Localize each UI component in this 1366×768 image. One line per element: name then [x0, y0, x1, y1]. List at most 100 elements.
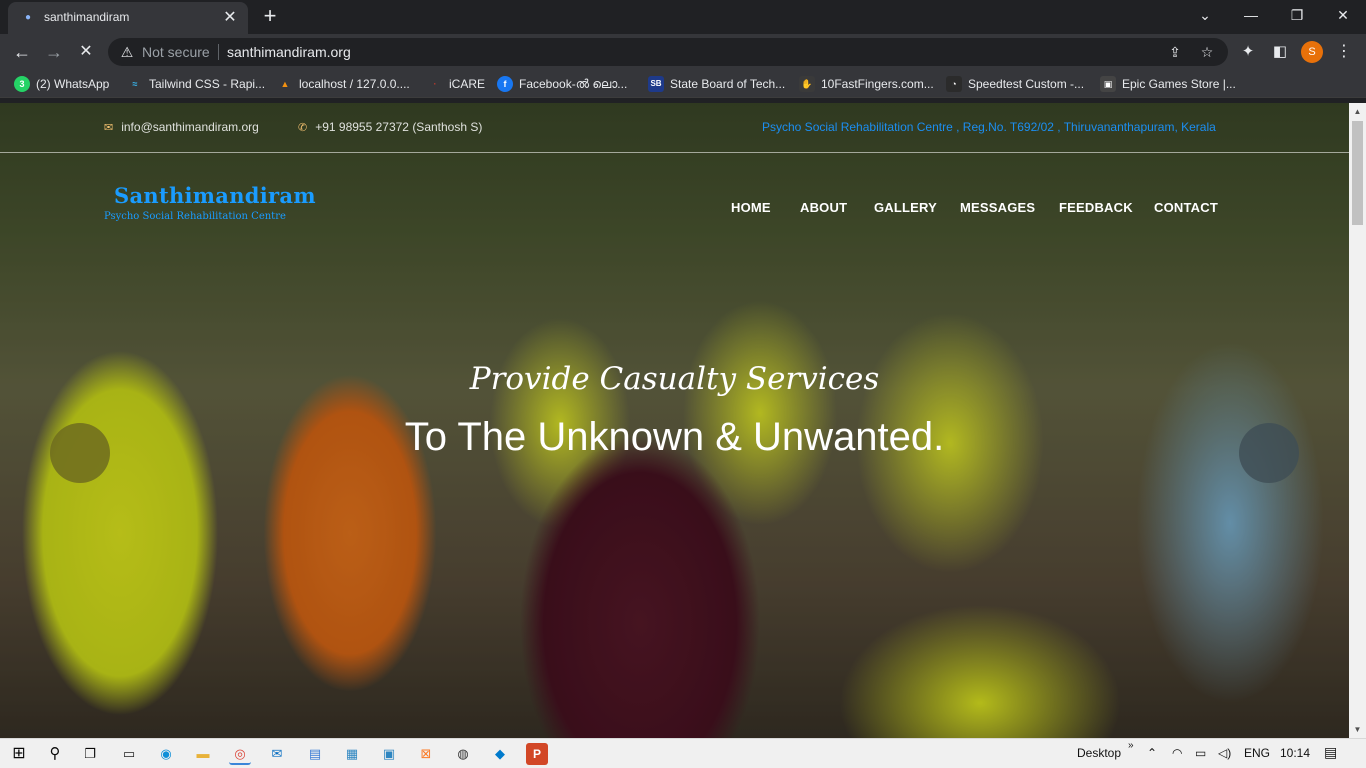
- bookmark-tailwind[interactable]: ≈ Tailwind CSS - Rapi...: [127, 74, 266, 94]
- close-window-icon[interactable]: ✕: [1320, 0, 1366, 30]
- bookmark-speedtest[interactable]: ◔ Speedtest Custom -...: [946, 74, 1084, 94]
- bookmark-sbte[interactable]: SB State Board of Tech...: [648, 74, 785, 94]
- email-contact[interactable]: ✉ info@santhimandiram.org: [104, 120, 259, 134]
- bookmarks-bar: 3 (2) WhatsApp ≈ Tailwind CSS - Rapi... …: [0, 70, 1366, 98]
- notifications-icon[interactable]: ▤: [1324, 744, 1337, 761]
- photos-icon[interactable]: ▦: [341, 743, 363, 765]
- obs-icon[interactable]: ◍: [452, 743, 474, 765]
- xampp-icon[interactable]: ⊠: [415, 743, 437, 765]
- speedtest-icon: ◔: [946, 76, 962, 92]
- remote-desktop-icon[interactable]: ▣: [378, 743, 400, 765]
- language-indicator[interactable]: ENG: [1244, 746, 1270, 760]
- bookmark-label: localhost / 127.0.0....: [299, 77, 410, 91]
- bookmark-icare[interactable]: · iCARE: [427, 74, 486, 94]
- nav-messages[interactable]: MESSAGES: [960, 200, 1035, 215]
- forward-icon[interactable]: →: [42, 40, 66, 64]
- bookmark-10fastfingers[interactable]: ✋ 10FastFingers.com...: [799, 74, 934, 94]
- omnibox-separator: [218, 44, 219, 60]
- registration-info: Psycho Social Rehabilitation Centre , Re…: [762, 120, 1216, 134]
- sbte-icon: SB: [648, 76, 664, 92]
- phone-text[interactable]: +91 98955 27372 (Santhosh S): [315, 120, 482, 134]
- back-icon[interactable]: ←: [10, 40, 34, 64]
- extensions-icon[interactable]: ✦: [1236, 40, 1260, 64]
- nav-feedback[interactable]: FEEDBACK: [1059, 200, 1133, 215]
- windows-start-icon[interactable]: ⊞: [8, 743, 30, 765]
- email-text[interactable]: info@santhimandiram.org: [121, 120, 259, 134]
- mail-icon[interactable]: ✉: [266, 743, 288, 765]
- chrome-icon[interactable]: ◎: [229, 743, 251, 765]
- side-panel-icon[interactable]: ◧: [1268, 40, 1292, 64]
- nav-gallery[interactable]: GALLERY: [874, 200, 937, 215]
- whatsapp-icon: 3: [14, 76, 30, 92]
- desktop-toolbar-label[interactable]: Desktop: [1077, 746, 1121, 760]
- show-hidden-icons-icon[interactable]: ⌃: [1147, 746, 1157, 760]
- notepad-icon[interactable]: ▤: [304, 743, 326, 765]
- browser-tab[interactable]: ● santhimandiram ✕: [8, 2, 248, 34]
- scroll-down-arrow-icon[interactable]: ▼: [1349, 721, 1366, 738]
- nav-home[interactable]: HOME: [731, 200, 771, 215]
- share-icon[interactable]: ⇪: [1166, 43, 1184, 61]
- profile-avatar[interactable]: S: [1301, 41, 1323, 63]
- menu-icon[interactable]: ⋮: [1332, 40, 1356, 64]
- hero-heading-line1: Provide Casualty Services: [469, 361, 880, 397]
- tab-search-icon[interactable]: ⌄: [1182, 0, 1228, 30]
- toolbar-overflow-icon[interactable]: »: [1128, 740, 1134, 751]
- carousel-next-button[interactable]: [1239, 423, 1299, 483]
- search-icon[interactable]: ⚲: [44, 743, 66, 765]
- 10fastfingers-icon: ✋: [799, 76, 815, 92]
- file-explorer-icon[interactable]: ▬: [192, 743, 214, 765]
- tab-bar: ● santhimandiram ✕ + ⌄ — ❐ ✕: [0, 0, 1366, 34]
- registration-text: Psycho Social Rehabilitation Centre , Re…: [762, 120, 1216, 134]
- windows-taskbar: ⊞ ⚲ ❐ ▭ ◉ ▬ ◎ ✉ ▤ ▦ ▣ ⊠ ◍ ◆ P Desktop » …: [0, 738, 1366, 768]
- new-tab-button[interactable]: +: [258, 5, 282, 29]
- top-info-bar: ✉ info@santhimandiram.org ✆ +91 98955 27…: [0, 103, 1349, 153]
- address-bar[interactable]: ⚠ Not secure santhimandiram.org ⇪ ☆: [108, 38, 1228, 66]
- bookmark-label: (2) WhatsApp: [36, 77, 110, 91]
- bookmark-label: Facebook-ൽ ലൊ...: [519, 76, 628, 91]
- volume-icon[interactable]: ◁): [1218, 746, 1231, 760]
- bookmark-star-icon[interactable]: ☆: [1198, 43, 1216, 61]
- bookmark-label: Epic Games Store |...: [1122, 77, 1236, 91]
- bookmark-whatsapp[interactable]: 3 (2) WhatsApp: [14, 74, 109, 94]
- scrollbar-thumb[interactable]: [1352, 121, 1363, 225]
- nav-contact[interactable]: CONTACT: [1154, 200, 1218, 215]
- tailwind-icon: ≈: [132, 79, 138, 89]
- tab-title: santhimandiram: [44, 10, 130, 24]
- phone-icon: ✆: [298, 121, 308, 134]
- powerpoint-icon[interactable]: P: [526, 743, 548, 765]
- stop-loading-icon[interactable]: ✕: [74, 40, 98, 64]
- facebook-icon: f: [497, 76, 513, 92]
- not-secure-warning-icon[interactable]: ⚠: [118, 43, 136, 61]
- bookmark-facebook[interactable]: f Facebook-ൽ ലൊ...: [497, 74, 627, 94]
- minimize-icon[interactable]: —: [1228, 0, 1274, 30]
- edge-icon[interactable]: ◉: [155, 743, 177, 765]
- nav-about[interactable]: ABOUT: [800, 200, 847, 215]
- carousel-prev-button[interactable]: [50, 423, 110, 483]
- battery-icon[interactable]: ▭: [1195, 746, 1206, 760]
- hero-section: ✉ info@santhimandiram.org ✆ +91 98955 27…: [0, 103, 1349, 738]
- task-view-icon[interactable]: ❐: [79, 743, 101, 765]
- close-tab-icon[interactable]: ✕: [220, 8, 240, 28]
- browser-toolbar: ← → ✕ ⚠ Not secure santhimandiram.org ⇪ …: [0, 34, 1366, 70]
- bookmark-localhost[interactable]: ▲ localhost / 127.0.0....: [277, 74, 410, 94]
- wifi-icon[interactable]: ◠: [1172, 746, 1182, 760]
- security-label[interactable]: Not secure: [142, 44, 210, 60]
- site-logo-subtitle: Psycho Social Rehabilitation Centre: [104, 211, 286, 222]
- vscode-icon[interactable]: ◆: [489, 743, 511, 765]
- site-logo-title[interactable]: Santhimandiram: [114, 183, 316, 208]
- phone-contact[interactable]: ✆ +91 98955 27372 (Santhosh S): [298, 120, 482, 134]
- bookmark-label: 10FastFingers.com...: [821, 77, 934, 91]
- hero-heading-line2: To The Unknown & Unwanted.: [404, 415, 945, 459]
- bookmark-label: Speedtest Custom -...: [968, 77, 1085, 91]
- scroll-up-arrow-icon[interactable]: ▲: [1349, 103, 1366, 120]
- bookmark-epic-games[interactable]: ▣ Epic Games Store |...: [1100, 74, 1236, 94]
- icare-icon: ·: [433, 79, 437, 89]
- bookmark-label: Tailwind CSS - Rapi...: [149, 77, 266, 91]
- bookmark-label: State Board of Tech...: [670, 77, 786, 91]
- page-scrollbar[interactable]: ▲ ▼: [1349, 103, 1366, 738]
- url-text[interactable]: santhimandiram.org: [227, 44, 351, 60]
- terminal-icon[interactable]: ▭: [118, 743, 140, 765]
- epic-games-icon: ▣: [1100, 76, 1116, 92]
- clock-time[interactable]: 10:14: [1280, 746, 1310, 760]
- restore-icon[interactable]: ❐: [1274, 0, 1320, 30]
